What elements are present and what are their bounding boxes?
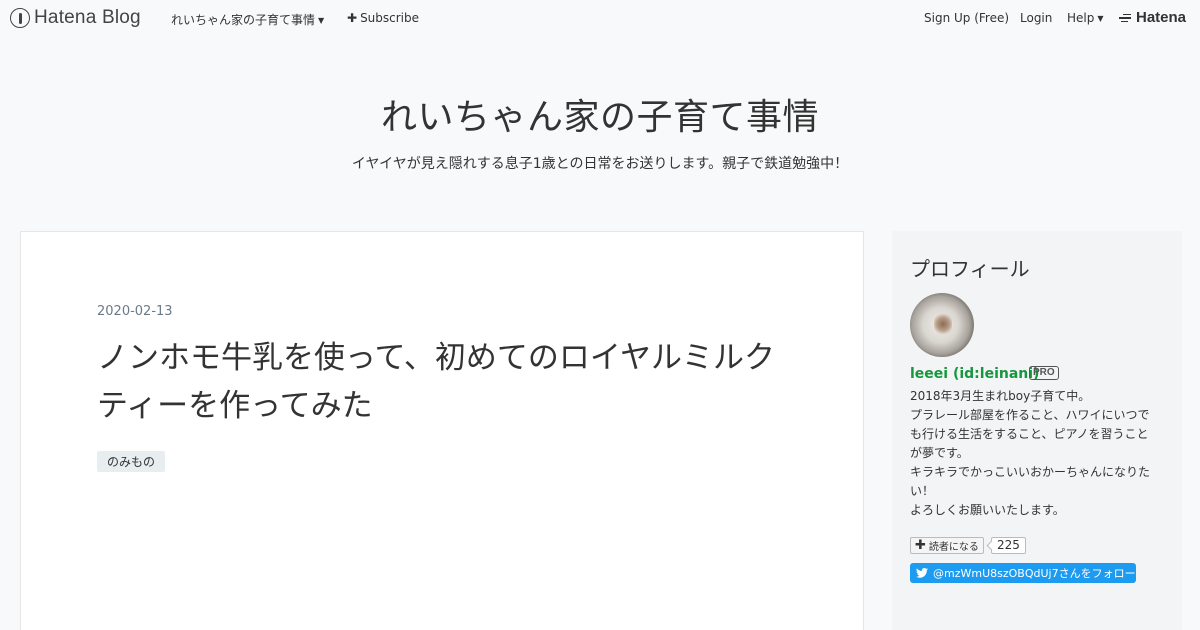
hatena-logo[interactable]: Hatena [1119,9,1186,26]
pen-icon [10,8,30,28]
caret-down-icon: ▼ [1097,14,1104,23]
login-link[interactable]: Login [1020,11,1052,25]
bio-line: よろしくお願いいたします。 [910,503,1065,517]
help-label: Help [1067,11,1095,25]
profile-heading: プロフィール [910,257,1030,281]
sidebar-profile: プロフィール leeei (id:leinani) PRO 2018年3月生まれ… [892,231,1182,630]
bio-line: 2018年3月生まれboy子育て中。 [910,389,1091,403]
twitter-bird-icon [916,568,928,578]
hatena-lines-icon [1119,13,1133,23]
plus-icon: ✚ [915,538,926,553]
avatar[interactable] [910,293,974,357]
blog-title[interactable]: れいちゃん家の子育て事情 [0,88,1200,140]
blog-menu-label: れいちゃん家の子育て事情 [171,13,316,27]
article-card: 2020-02-13 ノンホモ牛乳を使って、初めてのロイヤルミルクティーを作って… [20,231,864,630]
logo-text: Hatena Blog [34,7,141,28]
signup-link[interactable]: Sign Up (Free) [924,11,1009,25]
profile-bio: 2018年3月生まれboy子育て中。 プラレール部屋を作ること、ハワイにいつでも… [910,387,1155,520]
plus-icon: ✚ [347,11,358,25]
subscribe-reader-button[interactable]: ✚ 読者になる [910,537,984,554]
subscribe-label: Subscribe [360,11,420,25]
bio-line: キラキラでかっこいいおかーちゃんになりたい！ [910,465,1151,498]
blog-description: イヤイヤが見え隠れする息子1歳との日常をお送りします。親子で鉄道勉強中！ [351,156,849,172]
post-title[interactable]: ノンホモ牛乳を使って、初めてのロイヤルミルクティーを作ってみた [97,334,797,430]
twitter-follow-button[interactable]: @mzWmU8szOBQdUj7さんをフォロー [910,563,1136,583]
caret-down-icon: ▼ [318,16,325,25]
help-dropdown[interactable]: Help ▼ [1067,11,1104,25]
hatena-logo-text: Hatena [1136,9,1187,26]
hatena-blog-logo[interactable]: Hatena Blog [10,7,141,29]
post-date[interactable]: 2020-02-13 [97,304,173,319]
reader-count[interactable]: 225 [991,537,1026,554]
category-tag[interactable]: のみもの [97,451,166,472]
profile-name-link[interactable]: leeei (id:leinani) [910,366,1039,382]
global-header: Hatena Blog れいちゃん家の子育て事情 ▼ ✚ Subscribe Sig… [0,0,1200,36]
blog-menu-dropdown[interactable]: れいちゃん家の子育て事情 ▼ [171,11,324,28]
reader-button-label: 読者になる [928,542,979,553]
subscribe-button[interactable]: ✚ Subscribe [347,11,419,25]
pro-badge: PRO [1029,366,1059,380]
bio-line: プラレール部屋を作ること、ハワイにいつでも行ける生活をすること、ピアノを習うこと… [910,408,1150,460]
twitter-follow-label: @mzWmU8szOBQdUj7さんをフォロー [933,567,1136,580]
